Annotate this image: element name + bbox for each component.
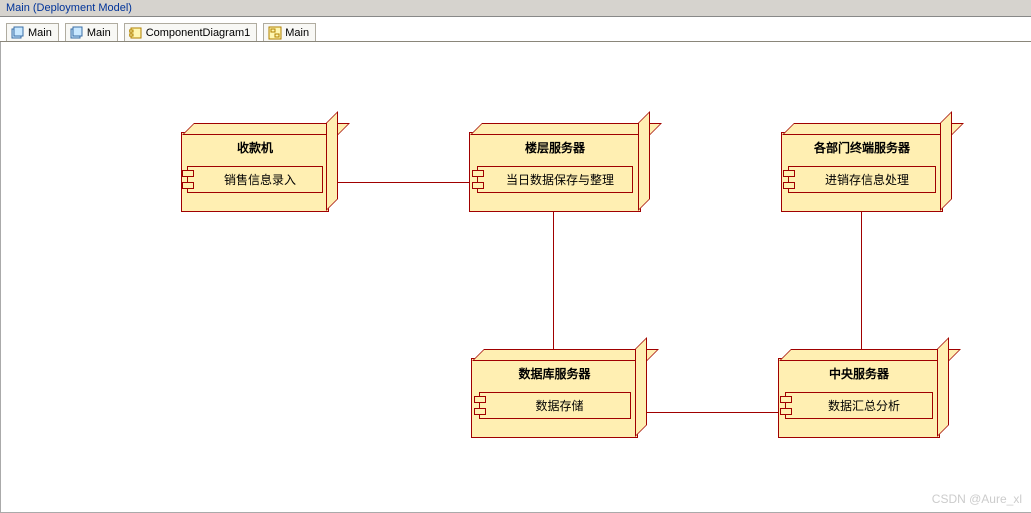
node-dept-server[interactable]: 各部门终端服务器 进销存信息处理	[781, 132, 943, 212]
deploy-icon	[11, 26, 25, 40]
component-db[interactable]: 数据存储	[479, 392, 631, 419]
tab-main-1[interactable]: Main	[6, 23, 59, 41]
node-central-server[interactable]: 中央服务器 数据汇总分析	[778, 358, 940, 438]
node-db-server[interactable]: 数据库服务器 数据存储	[471, 358, 638, 438]
tab-label: Main	[28, 27, 52, 39]
node-title: 数据库服务器	[472, 359, 637, 392]
diagram-icon	[268, 26, 282, 40]
component-dept[interactable]: 进销存信息处理	[788, 166, 936, 193]
node-title: 收款机	[182, 133, 328, 166]
node-floor-server[interactable]: 楼层服务器 当日数据保存与整理	[469, 132, 641, 212]
component-icon	[129, 26, 143, 40]
link-cashier-floor	[327, 182, 469, 183]
component-floor[interactable]: 当日数据保存与整理	[477, 166, 633, 193]
node-title: 楼层服务器	[470, 133, 640, 166]
diagram-canvas[interactable]: 收款机 销售信息录入 楼层服务器 当日数据保存与整理 各部门终端服务器 进销存信…	[0, 42, 1031, 513]
tab-main-2[interactable]: Main	[65, 23, 118, 41]
tab-component-diagram[interactable]: ComponentDiagram1	[124, 23, 258, 41]
tab-main-3[interactable]: Main	[263, 23, 316, 41]
link-central-dept	[861, 210, 862, 358]
tab-label: Main	[87, 27, 111, 39]
node-cashier[interactable]: 收款机 销售信息录入	[181, 132, 329, 212]
node-title: 中央服务器	[779, 359, 939, 392]
component-label: 当日数据保存与整理	[506, 173, 614, 187]
link-db-central	[636, 412, 778, 413]
component-central[interactable]: 数据汇总分析	[785, 392, 933, 419]
link-floor-db	[553, 210, 554, 358]
tab-label: Main	[285, 27, 309, 39]
component-label: 数据存储	[535, 399, 583, 413]
component-label: 销售信息录入	[224, 173, 296, 187]
node-title: 各部门终端服务器	[782, 133, 942, 166]
watermark: CSDN @Aure_xl	[932, 492, 1022, 506]
window-title: Main (Deployment Model)	[0, 0, 1031, 17]
component-cashier[interactable]: 销售信息录入	[187, 166, 324, 193]
tab-label: ComponentDiagram1	[146, 27, 251, 39]
component-label: 数据汇总分析	[828, 399, 900, 413]
deploy-icon	[70, 26, 84, 40]
component-label: 进销存信息处理	[825, 173, 909, 187]
tab-bar: Main Main ComponentDiagram1 Main	[0, 17, 1031, 42]
